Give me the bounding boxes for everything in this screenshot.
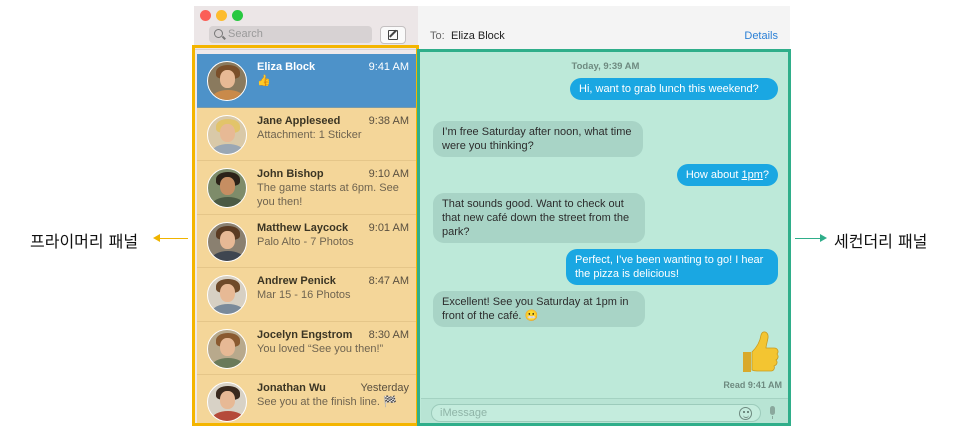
- conversation-time: 9:01 AM: [368, 221, 409, 234]
- microphone-icon[interactable]: [770, 406, 775, 419]
- time-link[interactable]: 1pm: [741, 169, 762, 181]
- conversation-preview: 👍: [257, 75, 271, 87]
- secondary-panel-callout: 세컨더리 패널: [834, 232, 928, 251]
- conversation-name: Eliza Block: [257, 61, 316, 73]
- conversation-list: Eliza Block 9:41 AM 👍 Jane Appleseed 9:3…: [197, 54, 416, 425]
- conversation-item[interactable]: John Bishop 9:10 AM The game starts at 6…: [197, 161, 416, 215]
- conversation-preview: Mar 15 - 16 Photos: [257, 289, 351, 301]
- conversation-name: Andrew Penick: [257, 275, 336, 287]
- message-text: How about: [685, 169, 742, 181]
- avatar: [207, 328, 247, 369]
- arrow-right-line: [795, 238, 821, 239]
- conversation-preview: You loved “See you then!”: [257, 342, 384, 355]
- message-bubble-incoming: I’m free Saturday after noon, what time …: [433, 121, 643, 157]
- message-bubble-incoming: Excellent! See you Saturday at 1pm in fr…: [433, 291, 645, 327]
- read-receipt: Read 9:41 AM: [723, 380, 782, 390]
- compose-bar: [421, 398, 790, 426]
- arrow-right-icon: [820, 234, 827, 242]
- search-icon: [214, 29, 223, 38]
- conversation-detail: To: Eliza Block Details Today, 9:39 AM H…: [418, 6, 790, 426]
- conversation-name: Jonathan Wu: [257, 382, 326, 394]
- message-input[interactable]: [431, 404, 761, 422]
- window-zoom-button[interactable]: [232, 10, 243, 21]
- primary-panel-callout: 프라이머리 패널: [30, 232, 139, 251]
- message-bubble-outgoing: Hi, want to grab lunch this weekend?: [570, 78, 778, 100]
- conversation-time: 9:41 AM: [368, 61, 409, 73]
- conversation-time: 8:30 AM: [368, 328, 409, 341]
- message-transcript: Today, 9:39 AM Hi, want to grab lunch th…: [421, 54, 790, 426]
- conversation-preview: Attachment: 1 Sticker: [257, 128, 362, 141]
- to-label: To:: [430, 30, 445, 42]
- conversation-name: Matthew Laycock: [257, 221, 349, 234]
- conversation-preview: The game starts at 6pm. See you then!: [257, 182, 399, 208]
- message-bubble-outgoing: How about 1pm?: [676, 164, 778, 186]
- conversation-item[interactable]: Jane Appleseed 9:38 AM Attachment: 1 Sti…: [197, 108, 416, 161]
- day-stamp: Today, 9:39 AM: [571, 61, 640, 72]
- conversation-preview: Palo Alto - 7 Photos: [257, 235, 354, 248]
- avatar: [207, 382, 247, 422]
- compose-button[interactable]: [380, 26, 406, 44]
- window-close-button[interactable]: [200, 10, 211, 21]
- avatar: [207, 221, 247, 262]
- message-bubble-incoming: That sounds good. Want to check out that…: [433, 193, 645, 243]
- search-input[interactable]: [228, 28, 368, 40]
- recipient-name[interactable]: Eliza Block: [451, 30, 505, 42]
- conversation-time: 8:47 AM: [368, 275, 409, 287]
- conversation-item[interactable]: Jonathan Wu Yesterday See you at the fin…: [197, 375, 416, 425]
- compose-icon: [388, 30, 398, 40]
- avatar: [207, 114, 247, 155]
- conversation-name: Jocelyn Engstrom: [257, 328, 353, 341]
- messages-window: Eliza Block 9:41 AM 👍 Jane Appleseed 9:3…: [194, 6, 790, 426]
- avatar: [207, 61, 247, 101]
- detail-header: To: Eliza Block Details: [418, 6, 790, 50]
- message-text: ?: [762, 169, 769, 181]
- details-button[interactable]: Details: [744, 30, 778, 42]
- avatar: [207, 275, 247, 315]
- sidebar: Eliza Block 9:41 AM 👍 Jane Appleseed 9:3…: [194, 6, 418, 426]
- conversation-item[interactable]: Matthew Laycock 9:01 AM Palo Alto - 7 Ph…: [197, 215, 416, 268]
- window-minimize-button[interactable]: [216, 10, 227, 21]
- conversation-item[interactable]: Jocelyn Engstrom 8:30 AM You loved “See …: [197, 322, 416, 375]
- conversation-time: 9:10 AM: [368, 168, 409, 180]
- conversation-time: Yesterday: [360, 382, 409, 394]
- emoji-icon[interactable]: [739, 407, 752, 420]
- conversation-time: 9:38 AM: [368, 114, 409, 127]
- arrow-left-line: [158, 238, 188, 239]
- message-bubble-outgoing: Perfect, I’ve been wanting to go! I hear…: [566, 249, 778, 285]
- conversation-preview: See you at the finish line. 🏁: [257, 396, 397, 408]
- thumbs-up-icon: [743, 331, 779, 372]
- conversation-name: John Bishop: [257, 168, 324, 180]
- conversation-name: Jane Appleseed: [257, 114, 341, 127]
- search-box[interactable]: [209, 26, 372, 43]
- conversation-item[interactable]: Andrew Penick 8:47 AM Mar 15 - 16 Photos: [197, 268, 416, 322]
- avatar: [207, 168, 247, 208]
- conversation-item[interactable]: Eliza Block 9:41 AM 👍: [197, 54, 416, 108]
- sidebar-toolbar: [194, 6, 418, 50]
